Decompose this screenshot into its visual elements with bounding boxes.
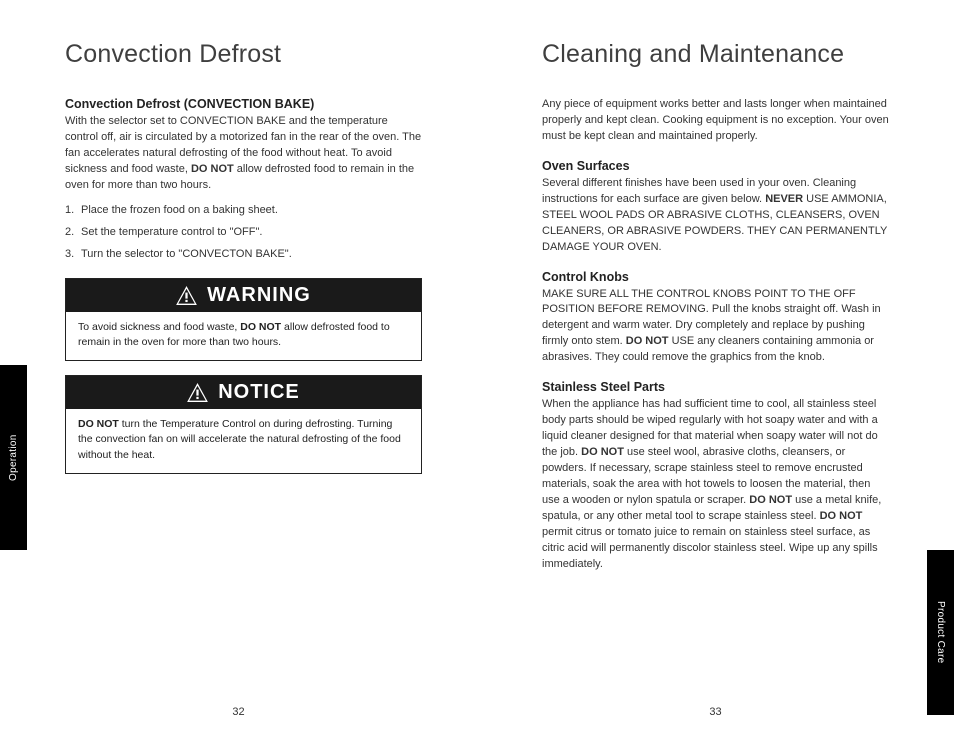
bold-text: DO NOT bbox=[749, 494, 792, 506]
step-item: 1.Place the frozen food on a baking shee… bbox=[65, 204, 422, 216]
warning-label: WARNING bbox=[207, 284, 311, 307]
text: turn the Temperature Control on during d… bbox=[78, 418, 401, 460]
body-paragraph: Several different finishes have been use… bbox=[542, 176, 889, 256]
side-tab-product-care: Product Care bbox=[927, 550, 954, 715]
step-number: 1. bbox=[65, 204, 81, 216]
page-left: Convection Defrost Convection Defrost (C… bbox=[0, 0, 477, 738]
bold-text: DO NOT bbox=[78, 418, 119, 430]
bold-text: DO NOT bbox=[820, 510, 863, 522]
page-number: 32 bbox=[232, 706, 244, 718]
section-heading: Convection Defrost (CONVECTION BAKE) bbox=[65, 97, 422, 111]
side-tab-operation: Operation bbox=[0, 365, 27, 550]
warning-body: To avoid sickness and food waste, DO NOT… bbox=[66, 312, 421, 360]
page-title: Cleaning and Maintenance bbox=[542, 40, 889, 69]
bold-text: NEVER bbox=[765, 193, 803, 205]
bold-text: DO NOT bbox=[240, 321, 281, 333]
page-number: 33 bbox=[709, 706, 721, 718]
intro-paragraph: With the selector set to CONVECTION BAKE… bbox=[65, 114, 422, 194]
bold-text: DO NOT bbox=[626, 335, 669, 347]
step-item: 3.Turn the selector to "CONVECTON BAKE". bbox=[65, 248, 422, 260]
warning-triangle-icon bbox=[176, 286, 197, 305]
notice-header: NOTICE bbox=[66, 376, 421, 409]
intro-paragraph: Any piece of equipment works better and … bbox=[542, 97, 889, 145]
body-paragraph: When the appliance has had sufficient ti… bbox=[542, 397, 889, 572]
text: permit citrus or tomato juice to remain … bbox=[542, 526, 878, 570]
notice-body: DO NOT turn the Temperature Control on d… bbox=[66, 409, 421, 473]
page-title: Convection Defrost bbox=[65, 40, 422, 69]
step-text: Turn the selector to "CONVECTON BAKE". bbox=[81, 248, 292, 260]
step-text: Place the frozen food on a baking sheet. bbox=[81, 204, 278, 216]
step-text: Set the temperature control to "OFF". bbox=[81, 226, 262, 238]
bold-text: DO NOT bbox=[581, 446, 624, 458]
manual-spread: Convection Defrost Convection Defrost (C… bbox=[0, 0, 954, 738]
section-heading: Oven Surfaces bbox=[542, 159, 889, 173]
warning-triangle-icon bbox=[187, 383, 208, 402]
notice-label: NOTICE bbox=[218, 381, 300, 404]
step-number: 3. bbox=[65, 248, 81, 260]
bold-text: DO NOT bbox=[191, 163, 234, 175]
warning-header: WARNING bbox=[66, 279, 421, 312]
steps-list: 1.Place the frozen food on a baking shee… bbox=[65, 204, 422, 260]
page-right: Cleaning and Maintenance Any piece of eq… bbox=[477, 0, 954, 738]
text: To avoid sickness and food waste, bbox=[78, 321, 240, 333]
step-number: 2. bbox=[65, 226, 81, 238]
section-heading: Control Knobs bbox=[542, 270, 889, 284]
notice-callout: NOTICE DO NOT turn the Temperature Contr… bbox=[65, 375, 422, 474]
warning-callout: WARNING To avoid sickness and food waste… bbox=[65, 278, 422, 361]
section-heading: Stainless Steel Parts bbox=[542, 380, 889, 394]
body-paragraph: MAKE SURE ALL THE CONTROL KNOBS POINT TO… bbox=[542, 287, 889, 367]
step-item: 2.Set the temperature control to "OFF". bbox=[65, 226, 422, 238]
